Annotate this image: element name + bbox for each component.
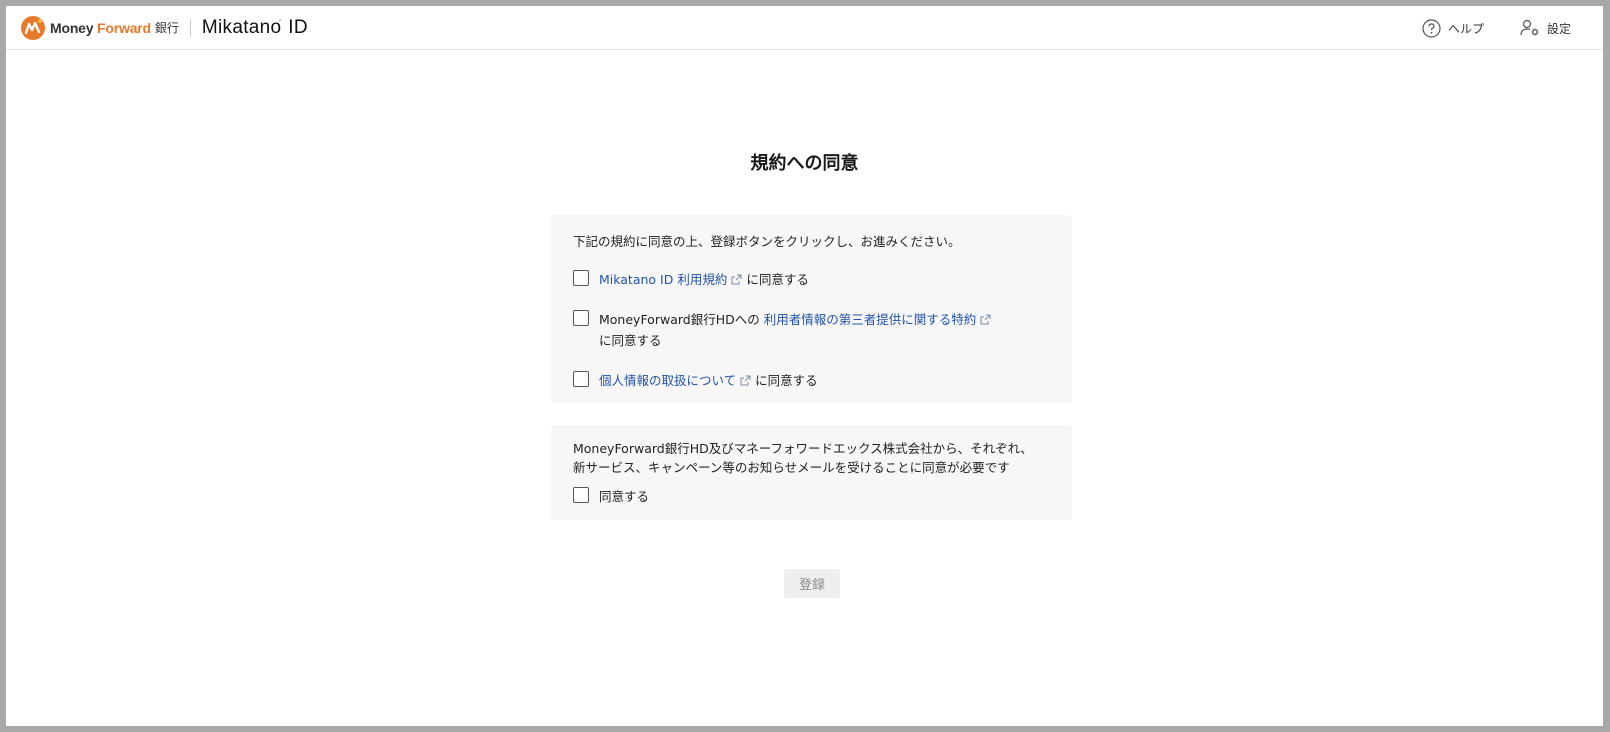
agreement-row-privacy: 個人情報の取扱について に同意する (573, 370, 818, 391)
marketing-agree-label: 同意する (599, 489, 650, 504)
settings-button[interactable]: 設定 (1520, 19, 1571, 37)
brand-logo[interactable]: Money Forward 銀行 Mikatano´ ID (20, 6, 308, 50)
user-settings-icon (1520, 19, 1539, 36)
marketing-agree-row: 同意する (573, 486, 649, 507)
terms-panel: 下記の規約に同意の上、登録ボタンをクリックし、お進みください。 Mikatano… (551, 215, 1072, 403)
brand-name: Money Forward (50, 19, 151, 36)
product-name: Mikatano´ ID (201, 16, 308, 38)
external-link-icon (740, 375, 751, 386)
third-party-checkbox[interactable] (573, 310, 589, 326)
agreement-text: 個人情報の取扱について に同意する (599, 373, 818, 388)
settings-label: 設定 (1546, 21, 1571, 36)
top-header: Money Forward 銀行 Mikatano´ ID ヘルプ 設定 (6, 6, 1603, 50)
money-forward-logo-icon (21, 15, 45, 40)
marketing-panel: MoneyForward銀行HD及びマネーフォワードエックス株式会社から、それぞ… (551, 425, 1072, 520)
help-icon (1422, 18, 1441, 38)
privacy-policy-link[interactable]: 個人情報の取扱について (599, 373, 755, 388)
brand-bank: 銀行 (154, 21, 179, 35)
agreement-row-terms-of-use: Mikatano ID 利用規約 に同意する (573, 269, 809, 290)
marketing-notice: MoneyForward銀行HD及びマネーフォワードエックス株式会社から、それぞ… (573, 441, 1033, 475)
marketing-consent-checkbox[interactable] (573, 487, 589, 503)
terms-intro: 下記の規約に同意の上、登録ボタンをクリックし、お進みください。 (573, 234, 961, 249)
terms-of-use-link[interactable]: Mikatano ID 利用規約 (599, 272, 746, 287)
header-actions: ヘルプ 設定 (1422, 6, 1603, 50)
external-link-icon (731, 274, 742, 285)
brand-divider (189, 18, 191, 37)
agreement-text: MoneyForward銀行HDへの 利用者情報の第三者提供に関する特約 に同意す… (599, 309, 999, 351)
register-button[interactable]: 登録 (784, 569, 840, 598)
agreement-text: Mikatano ID 利用規約 に同意する (599, 272, 809, 287)
terms-of-use-checkbox[interactable] (573, 270, 589, 286)
privacy-checkbox[interactable] (573, 371, 589, 387)
help-label: ヘルプ (1447, 21, 1484, 36)
page-title: 規約への同意 (750, 153, 859, 174)
agreement-row-third-party: MoneyForward銀行HDへの 利用者情報の第三者提供に関する特約 に同意す… (573, 309, 999, 351)
help-button[interactable]: ヘルプ (1422, 18, 1484, 38)
external-link-icon (980, 314, 991, 325)
app-window: Money Forward 銀行 Mikatano´ ID ヘルプ 設定 規約へ… (6, 6, 1603, 726)
third-party-provision-link[interactable]: 利用者情報の第三者提供に関する特約 (764, 312, 996, 327)
